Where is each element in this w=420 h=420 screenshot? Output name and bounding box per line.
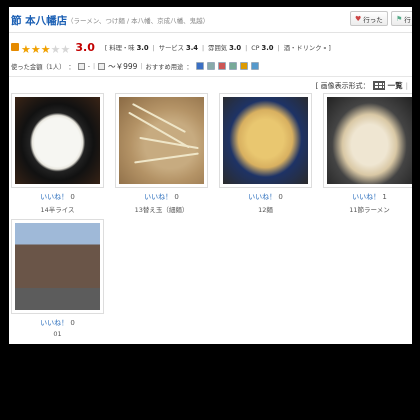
cp-value: 3.0 (261, 43, 274, 52)
view-mode-divider: | (405, 81, 408, 90)
purpose-colon: ： (186, 63, 193, 71)
like-label[interactable]: いいね！ (248, 193, 276, 201)
spent-colon: ： (68, 63, 75, 71)
info-row: 使った金額（1人） ： - | ～￥999 | おすすめ用途 ： (11, 60, 259, 72)
photo-image[interactable] (15, 223, 100, 310)
want-button-label: 行 (404, 15, 411, 24)
rating-details: [ 料理・味 3.0 | サービス 3.4 | 雰囲気 3.0 | CP 3.0… (104, 43, 331, 52)
purpose-icon (217, 62, 226, 70)
bracket-close: ] (328, 44, 331, 52)
header-bar: 節 本八幡店 （ラーメン、つけ麺 / 本八幡、京成八幡、鬼越） ♥ 行った ⚑ … (9, 7, 412, 33)
like-count: 0 (70, 319, 75, 327)
taste-value: 3.0 (136, 43, 149, 52)
drink-label: 酒・ドリンク (283, 44, 322, 52)
drink-value: - (323, 43, 327, 52)
cp-label: CP (251, 44, 260, 52)
photo-image[interactable] (15, 97, 100, 184)
photo-likes[interactable]: いいね！ 1 (323, 192, 412, 202)
taste-label: 料理・味 (109, 44, 135, 52)
photo-caption: 13替え玉（細麺） (134, 206, 189, 214)
flag-icon: ⚑ (396, 14, 403, 23)
atmosphere-label: 雰囲気 (208, 44, 228, 52)
restaurant-genre-area: （ラーメン、つけ麺 / 本八幡、京成八幡、鬼越） (67, 17, 210, 25)
photo-thumb[interactable] (11, 219, 104, 314)
atmosphere-value: 3.0 (229, 43, 242, 52)
star-icon: ★ (40, 42, 51, 56)
service-label: サービス (158, 44, 184, 52)
star-icon: ★ (30, 42, 41, 56)
like-count: 0 (174, 193, 179, 201)
rating-row: ★★★★★ 3.0 [ 料理・味 3.0 | サービス 3.4 | 雰囲気 3.… (11, 38, 331, 57)
photo-image[interactable] (223, 97, 308, 184)
restaurant-page: 節 本八幡店 （ラーメン、つけ麺 / 本八幡、京成八幡、鬼越） ♥ 行った ⚑ … (9, 7, 412, 344)
view-mode-switcher: [ 画像表示形式： 一覧 | (316, 80, 408, 91)
want-button[interactable]: ⚑ 行 (391, 11, 412, 26)
photo-thumb[interactable] (219, 93, 312, 188)
photo-image[interactable] (327, 97, 412, 184)
photo-likes[interactable]: いいね！ 0 (219, 192, 312, 202)
star-rating: ★★★★★ (21, 38, 70, 57)
purpose-icon (206, 62, 215, 70)
purpose-icons (195, 62, 259, 70)
overall-score: 3.0 (75, 40, 95, 54)
went-button[interactable]: ♥ 行った (350, 11, 388, 26)
heart-icon: ♥ (355, 14, 362, 23)
photo-likes[interactable]: いいね！ 0 (11, 192, 104, 202)
bracket-open: [ (104, 44, 108, 52)
photo-caption: 01 (53, 330, 62, 338)
view-mode-label: [ 画像表示形式： (315, 81, 370, 90)
purpose-icon (250, 62, 259, 70)
purpose-label: おすすめ用途 (145, 63, 184, 71)
like-count: 0 (70, 193, 75, 201)
went-button-label: 行った (363, 15, 383, 24)
star-icon: ★ (60, 42, 71, 56)
photo-thumb[interactable] (11, 93, 104, 188)
star-icon: ★ (50, 42, 61, 56)
divider (9, 76, 412, 77)
photo-likes[interactable]: いいね！ 0 (11, 318, 104, 328)
rank-badge-icon (11, 43, 19, 51)
like-count: 1 (382, 193, 387, 201)
restaurant-name[interactable]: 節 本八幡店 (11, 13, 67, 28)
like-label[interactable]: いいね！ (40, 319, 68, 327)
lunch-budget: ～￥999 (108, 61, 138, 71)
photo-thumb[interactable] (323, 93, 412, 188)
like-count: 0 (278, 193, 283, 201)
purpose-icon (239, 62, 248, 70)
star-icon: ★ (21, 42, 31, 56)
like-label[interactable]: いいね！ (40, 193, 68, 201)
photo-likes[interactable]: いいね！ 0 (115, 192, 208, 202)
lunch-icon (98, 62, 106, 70)
like-label[interactable]: いいね！ (144, 193, 172, 201)
night-budget: - (87, 62, 90, 70)
service-value: 3.4 (185, 43, 199, 52)
purpose-icon (195, 62, 204, 70)
like-label[interactable]: いいね！ (352, 193, 380, 201)
view-mode-list[interactable]: 一覧 (388, 80, 403, 91)
photo-caption: 14半ライス (40, 206, 75, 214)
spent-label: 使った金額（1人） (11, 63, 66, 71)
grid-view-icon[interactable] (372, 81, 385, 90)
purpose-icon (228, 62, 237, 70)
photo-caption: 11節ラーメン (349, 206, 390, 214)
night-icon (77, 62, 85, 70)
photo-caption: 12麺 (258, 206, 273, 214)
photo-thumb[interactable] (115, 93, 208, 188)
photo-image[interactable] (119, 97, 204, 184)
